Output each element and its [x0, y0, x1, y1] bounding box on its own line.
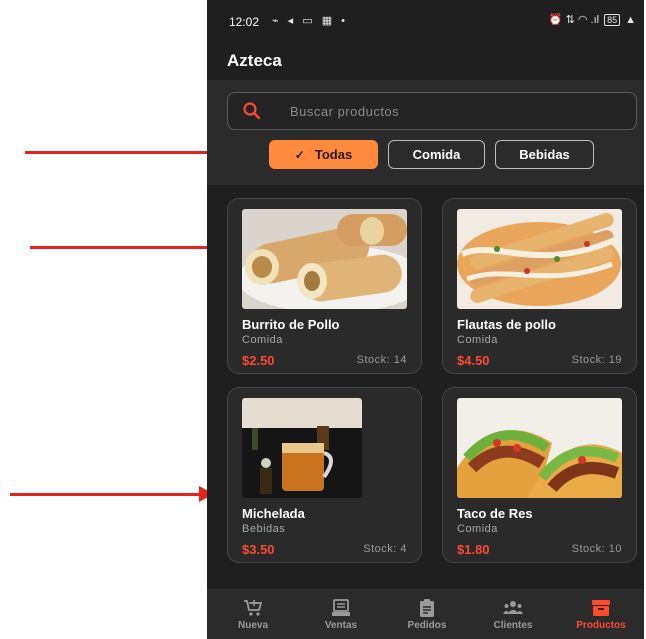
product-name: Michelada	[242, 506, 305, 521]
filter-chip-todas[interactable]: ✓ Todas	[269, 140, 378, 169]
product-price: $3.50	[242, 542, 275, 557]
nav-item-pedidos[interactable]: Pedidos	[383, 589, 471, 639]
filter-chip-comida[interactable]: Comida	[388, 140, 485, 169]
product-name: Burrito de Pollo	[242, 317, 340, 332]
nav-item-productos[interactable]: Productos	[557, 589, 644, 639]
clipboard-icon	[420, 599, 434, 617]
search-placeholder: Buscar productos	[290, 104, 400, 119]
product-image	[242, 398, 362, 498]
annotation-arrow-card	[30, 239, 232, 255]
nav-item-nueva[interactable]: Nueva	[209, 589, 297, 639]
page-title: Azteca	[227, 51, 282, 70]
annotation-arrow-filters	[25, 144, 226, 160]
product-category: Bebidas	[242, 523, 286, 535]
product-image	[457, 209, 622, 309]
product-stock: Stock: 10	[571, 543, 622, 555]
filter-chip-bebidas[interactable]: Bebidas	[495, 140, 594, 169]
filter-chip-label: Comida	[412, 147, 461, 162]
nav-label: Productos	[576, 620, 626, 631]
product-stock: Stock: 4	[363, 543, 407, 555]
product-card[interactable]: Taco de Res Comida $1.80 Stock: 10	[442, 387, 637, 563]
annotation-arrow-bottom	[10, 486, 214, 502]
filter-chip-label: Todas	[314, 147, 353, 162]
bottom-navigation: Nueva Ventas Pedidos Clientes Productos	[207, 589, 644, 639]
product-card[interactable]: Flautas de pollo Comida $4.50 Stock: 19	[442, 198, 637, 374]
product-name: Taco de Res	[457, 506, 533, 521]
product-card[interactable]: Michelada Bebidas $3.50 Stock: 4	[227, 387, 422, 563]
nav-item-ventas[interactable]: Ventas	[297, 589, 385, 639]
signal-icons: ⏰ ⇅ ◠ .ıl	[548, 14, 600, 26]
product-stock: Stock: 14	[356, 354, 407, 366]
product-category: Comida	[457, 523, 498, 535]
product-image	[242, 209, 407, 309]
archive-icon	[592, 600, 610, 616]
nav-label: Ventas	[324, 620, 358, 631]
product-price: $2.50	[242, 353, 275, 368]
search-input[interactable]: Buscar productos	[227, 92, 637, 130]
register-icon	[332, 599, 350, 616]
product-price: $1.80	[457, 542, 490, 557]
search-icon	[243, 102, 261, 120]
nav-label: Pedidos	[407, 620, 447, 631]
product-stock: Stock: 19	[571, 354, 622, 366]
nav-label: Clientes	[493, 620, 533, 631]
notification-icons: ⌁ ◂ ▭ ▦ •	[272, 15, 349, 27]
people-icon	[503, 601, 523, 614]
nav-label: Nueva	[237, 620, 268, 631]
product-price: $4.50	[457, 353, 490, 368]
status-time: 12:02	[229, 15, 260, 29]
check-icon: ✓	[294, 147, 305, 162]
product-category: Comida	[242, 334, 283, 346]
product-name: Flautas de pollo	[457, 317, 556, 332]
phone-screen: 12:02 ⌁ ◂ ▭ ▦ • ⏰ ⇅ ◠ .ıl 85 ▲ Azteca Bu…	[207, 0, 644, 639]
battery-icon: 85	[604, 13, 621, 26]
system-icons: ⏰ ⇅ ◠ .ıl 85 ▲	[549, 13, 636, 26]
filter-chip-label: Bebidas	[519, 147, 570, 162]
warning-icon: ▲	[625, 13, 636, 26]
nav-item-clientes[interactable]: Clientes	[469, 589, 557, 639]
product-category: Comida	[457, 334, 498, 346]
app-bar: Azteca	[207, 40, 644, 80]
cart-add-icon	[244, 600, 263, 616]
product-card[interactable]: Burrito de Pollo Comida $2.50 Stock: 14	[227, 198, 422, 374]
product-image	[457, 398, 622, 498]
status-bar: 12:02 ⌁ ◂ ▭ ▦ • ⏰ ⇅ ◠ .ıl 85 ▲	[207, 0, 644, 40]
